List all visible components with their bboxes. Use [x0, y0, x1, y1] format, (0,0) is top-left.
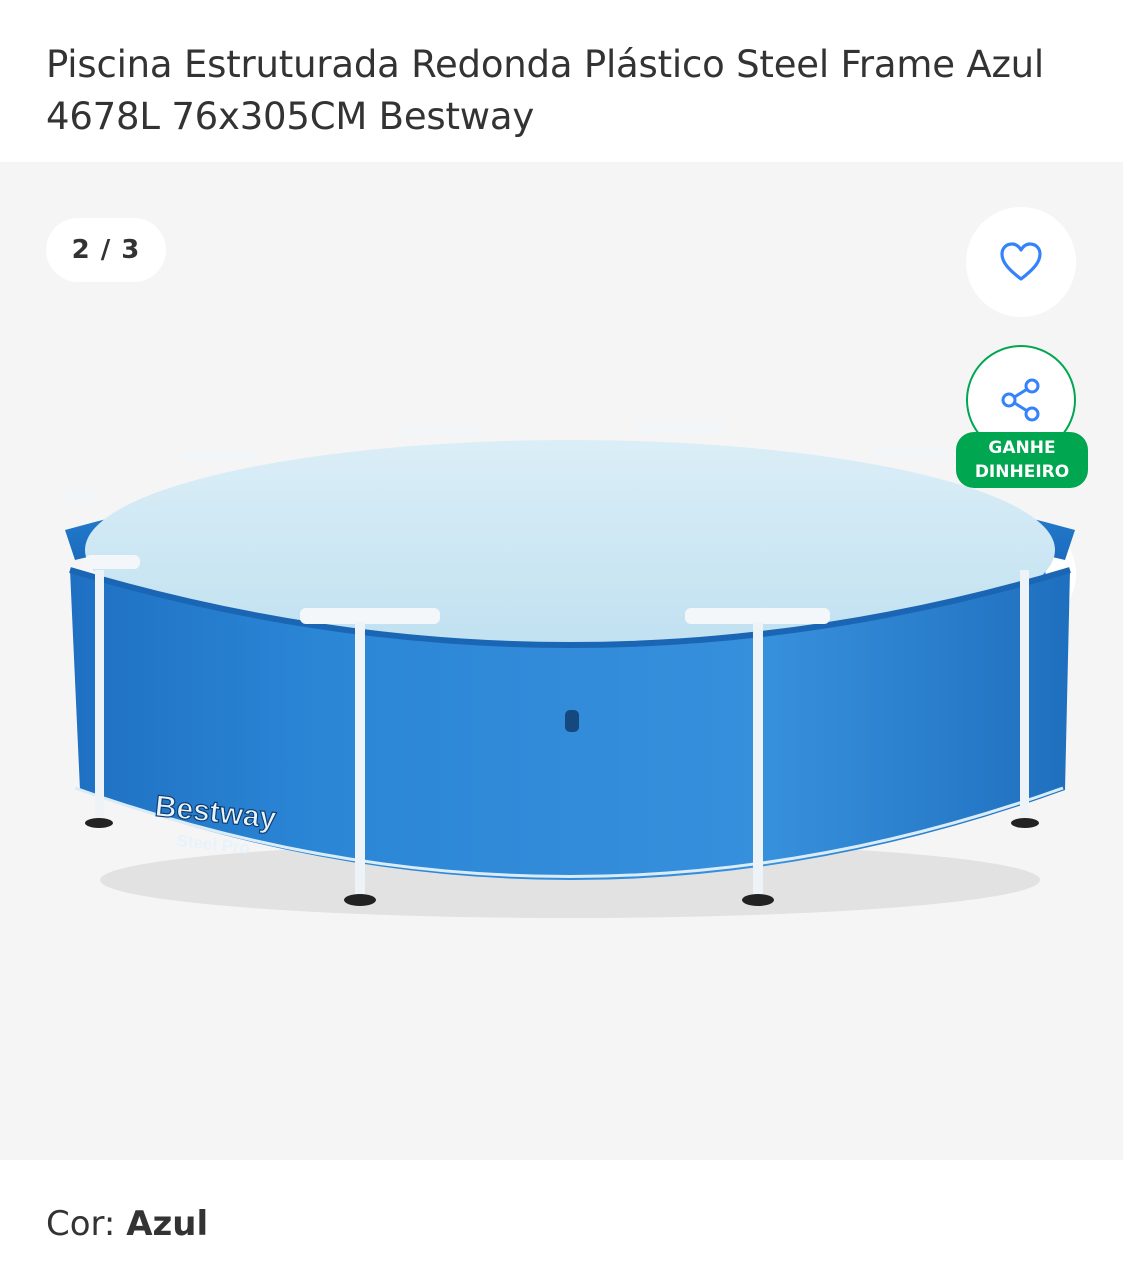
- color-label: Cor:: [46, 1204, 127, 1244]
- product-color-selection: Cor: Azul: [46, 1204, 208, 1244]
- pool-product-image: Bestway Steel Pro: [63, 422, 1075, 918]
- product-image-gallery[interactable]: 2 / 3 GANHE DINHEIRO Bestway Steel Pro: [0, 162, 1123, 1160]
- image-counter-badge: 2 / 3: [46, 218, 166, 282]
- color-value: Azul: [126, 1204, 209, 1244]
- favorite-button[interactable]: [966, 207, 1076, 317]
- heart-icon: [1000, 242, 1042, 281]
- product-title: Piscina Estruturada Redonda Plástico Ste…: [46, 42, 1044, 138]
